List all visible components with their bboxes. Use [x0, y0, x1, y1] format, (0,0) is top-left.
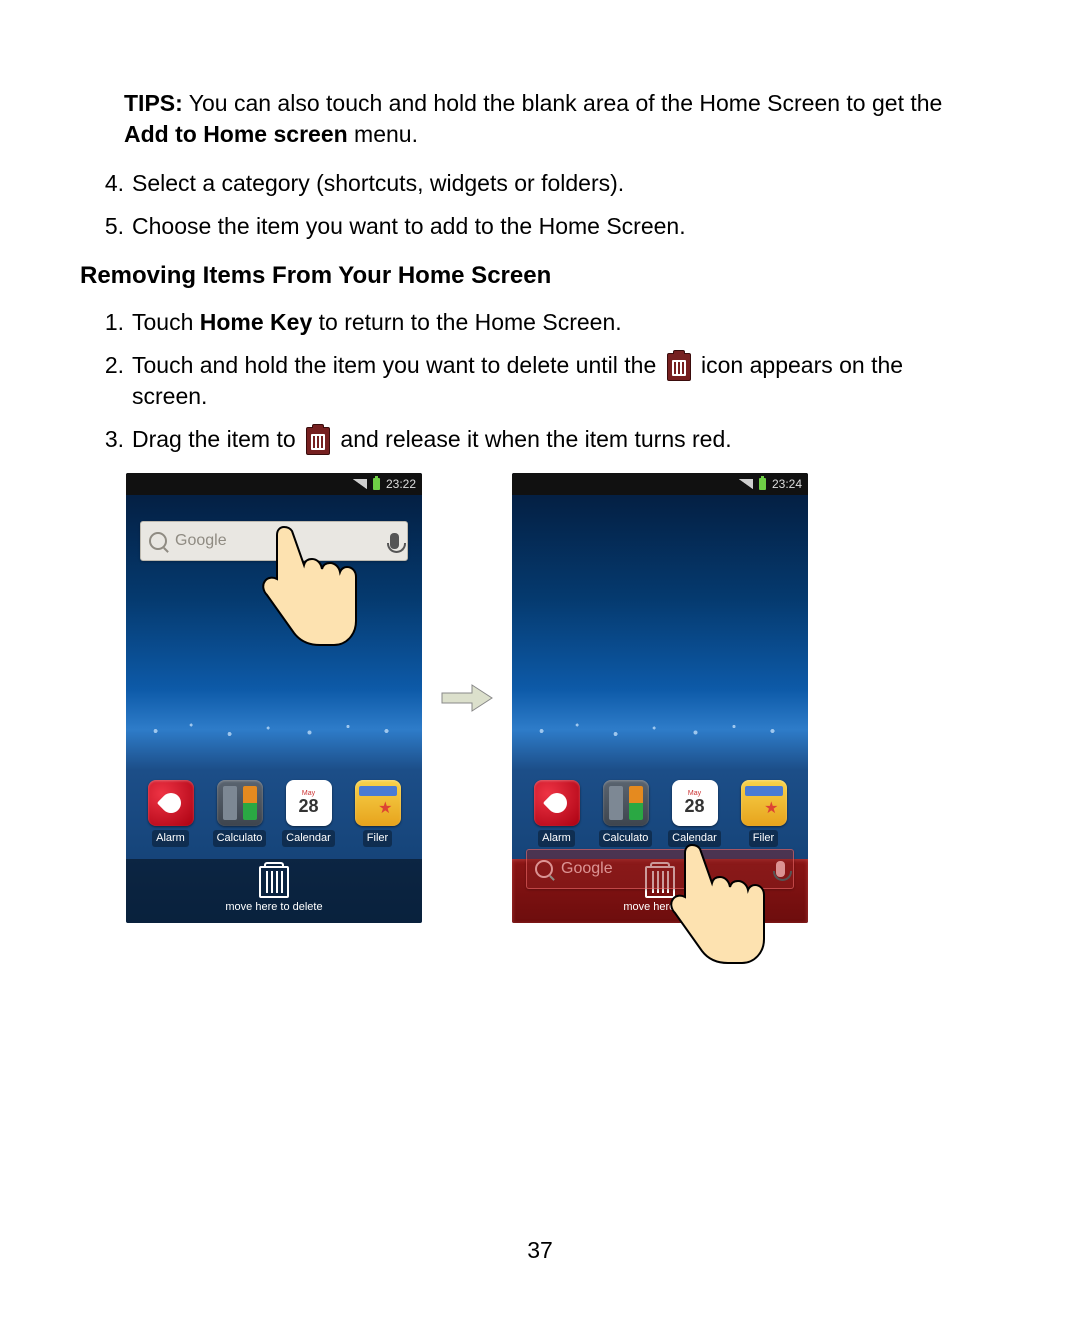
status-bar: 23:22	[126, 473, 422, 495]
tips-text-2: menu.	[348, 121, 418, 147]
list-item: 3. Drag the item to and release it when …	[80, 424, 984, 455]
phone-screenshot-before: 23:22 Google Alarm Calculato	[126, 473, 422, 923]
alarm-icon	[534, 780, 580, 826]
step-number: 1.	[80, 307, 132, 338]
delete-hint: move here to delete	[225, 900, 322, 915]
tips-bold: Add to Home screen	[124, 121, 348, 147]
step-text: Choose the item you want to add to the H…	[132, 211, 984, 242]
status-time: 23:22	[386, 476, 416, 492]
home-key-bold: Home Key	[200, 309, 312, 335]
filer-icon	[741, 780, 787, 826]
mic-icon	[776, 861, 785, 877]
add-steps-list: 4. Select a category (shortcuts, widgets…	[80, 168, 984, 242]
app-icon-row: Alarm Calculato May 28 Calendar Filer	[126, 780, 422, 847]
search-icon	[149, 532, 167, 550]
page-number: 37	[0, 1235, 1080, 1266]
text: Touch	[132, 309, 200, 335]
step-text: Touch and hold the item you want to dele…	[132, 350, 984, 412]
step-number: 2.	[80, 350, 132, 412]
screenshots-row: 23:22 Google Alarm Calculato	[126, 473, 984, 923]
hand-pointer-icon	[254, 519, 364, 649]
search-placeholder: Google	[175, 530, 227, 552]
section-heading: Removing Items From Your Home Screen	[80, 260, 984, 292]
hand-pointer-icon	[662, 837, 772, 967]
trash-icon	[259, 866, 289, 898]
arrow-right-icon	[434, 683, 500, 713]
list-item: 5. Choose the item you want to add to th…	[80, 211, 984, 242]
list-item: 4. Select a category (shortcuts, widgets…	[80, 168, 984, 199]
app-calculator[interactable]: Calculato	[595, 780, 657, 847]
wallpaper-sparkles	[512, 716, 808, 746]
calendar-day: 28	[298, 797, 318, 815]
step-number: 3.	[80, 424, 132, 455]
app-calculator[interactable]: Calculato	[209, 780, 271, 847]
signal-icon	[739, 479, 753, 489]
step-text: Drag the item to and release it when the…	[132, 424, 984, 455]
list-item: 1. Touch Home Key to return to the Home …	[80, 307, 984, 338]
battery-icon	[759, 478, 766, 490]
step-number: 4.	[80, 168, 132, 199]
phone-screenshot-after: 23:24 Alarm Calculato May 2	[512, 473, 808, 923]
trash-icon	[667, 353, 691, 381]
tips-paragraph: TIPS: You can also touch and hold the bl…	[124, 88, 984, 150]
app-label: Calendar	[282, 830, 335, 847]
app-filer[interactable]: Filer	[347, 780, 409, 847]
battery-icon	[373, 478, 380, 490]
manual-page: TIPS: You can also touch and hold the bl…	[0, 0, 1080, 1320]
alarm-icon	[148, 780, 194, 826]
step-text: Select a category (shortcuts, widgets or…	[132, 168, 984, 199]
calculator-icon	[217, 780, 263, 826]
filer-icon	[355, 780, 401, 826]
app-calendar[interactable]: May 28 Calendar	[278, 780, 340, 847]
wallpaper-sparkles	[126, 716, 422, 746]
list-item: 2. Touch and hold the item you want to d…	[80, 350, 984, 412]
search-placeholder: Google	[561, 858, 613, 880]
remove-steps-list: 1. Touch Home Key to return to the Home …	[80, 307, 984, 455]
text: and release it when the item turns red.	[340, 426, 731, 452]
step-number: 5.	[80, 211, 132, 242]
mic-icon	[390, 533, 399, 549]
search-icon	[535, 860, 553, 878]
app-alarm[interactable]: Alarm	[526, 780, 588, 847]
trash-icon	[306, 427, 330, 455]
calendar-day: 28	[684, 797, 704, 815]
app-label: Calculato	[599, 830, 653, 847]
calendar-icon: May 28	[672, 780, 718, 826]
app-label: Filer	[363, 830, 392, 847]
delete-drop-zone[interactable]: move here to delete	[126, 859, 422, 923]
calculator-icon	[603, 780, 649, 826]
app-label: Alarm	[538, 830, 575, 847]
tips-label: TIPS:	[124, 90, 183, 116]
step-text: Touch Home Key to return to the Home Scr…	[132, 307, 984, 338]
text: to return to the Home Screen.	[312, 309, 621, 335]
app-label: Calculato	[213, 830, 267, 847]
text: Drag the item to	[132, 426, 302, 452]
status-time: 23:24	[772, 476, 802, 492]
text: Touch and hold the item you want to dele…	[132, 352, 663, 378]
app-alarm[interactable]: Alarm	[140, 780, 202, 847]
status-bar: 23:24	[512, 473, 808, 495]
tips-text-1: You can also touch and hold the blank ar…	[183, 90, 943, 116]
calendar-icon: May 28	[286, 780, 332, 826]
signal-icon	[353, 479, 367, 489]
app-label: Alarm	[152, 830, 189, 847]
